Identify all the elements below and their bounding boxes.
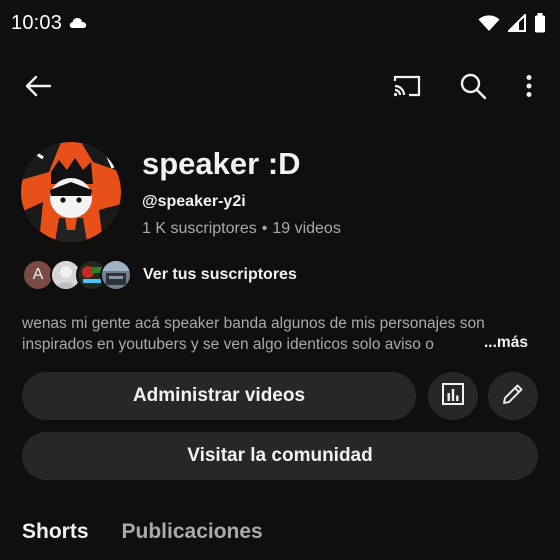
subscriber-count: 1 K suscriptores: [142, 220, 257, 237]
analytics-icon: [441, 382, 465, 411]
subscriber-avatars: A: [22, 258, 134, 294]
channel-tabs: Shorts Publicaciones: [22, 520, 263, 544]
channel-avatar[interactable]: [21, 142, 121, 242]
view-subscribers-row[interactable]: A Ver tus suscriptores: [22, 258, 322, 294]
description-line: inspirados en youtubers y se ven algo id…: [22, 336, 434, 353]
back-button[interactable]: [20, 74, 56, 102]
status-bar: 10:03: [0, 0, 560, 50]
channel-handle: @speaker-y2i: [142, 193, 246, 210]
manage-videos-label: Administrar videos: [132, 385, 306, 406]
visit-community-button[interactable]: Visitar la comunidad: [22, 432, 538, 480]
back-arrow-icon: [24, 74, 52, 103]
cast-button[interactable]: [388, 72, 426, 104]
battery-icon: [534, 13, 546, 38]
subscriber-avatar: [100, 259, 132, 291]
cast-icon: [392, 74, 422, 103]
more-vert-icon: [525, 74, 533, 103]
video-count: 19 videos: [272, 220, 341, 237]
pencil-icon: [501, 382, 525, 411]
more-options-button[interactable]: [516, 72, 542, 104]
analytics-button[interactable]: [428, 372, 478, 420]
tab-shorts[interactable]: Shorts: [22, 520, 89, 544]
edit-channel-button[interactable]: [488, 372, 538, 420]
subscriber-initial: A: [32, 266, 44, 283]
search-icon: [459, 72, 487, 105]
channel-stats: 1 K suscriptores • 19 videos: [142, 220, 341, 238]
channel-name: speaker :D: [142, 146, 301, 181]
visit-community-label: Visitar la comunidad: [187, 445, 373, 466]
tab-publicaciones[interactable]: Publicaciones: [122, 520, 263, 544]
wifi-icon: [478, 14, 500, 37]
cloud-icon: [69, 16, 87, 34]
signal-icon: [506, 12, 526, 37]
search-button[interactable]: [455, 72, 491, 104]
description-more-link[interactable]: ...más: [484, 334, 528, 352]
manage-videos-button[interactable]: Administrar videos: [22, 372, 416, 420]
description-line: wenas mi gente acá speaker banda algunos…: [22, 315, 485, 332]
status-time: 10:03: [11, 12, 63, 34]
view-subscribers-link[interactable]: Ver tus suscriptores: [143, 266, 297, 284]
channel-description[interactable]: wenas mi gente acá speaker banda algunos…: [22, 313, 538, 355]
stats-separator: •: [261, 220, 268, 237]
top-app-bar: [0, 62, 560, 114]
